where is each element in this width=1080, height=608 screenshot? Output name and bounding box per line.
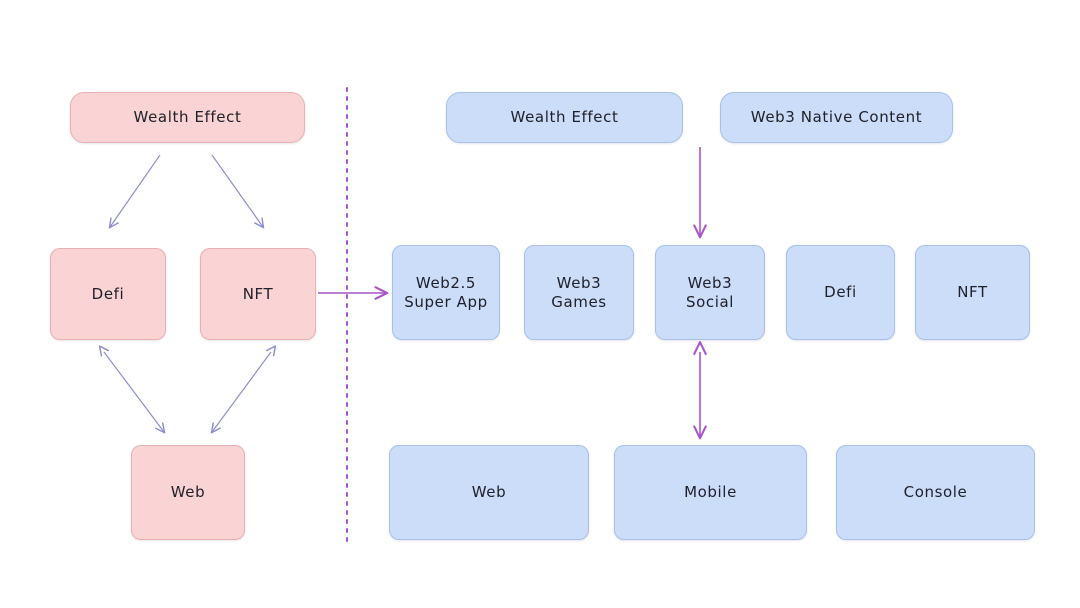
node-left-nft[interactable]: NFT: [200, 248, 316, 340]
node-right-mobile[interactable]: Mobile: [614, 445, 807, 540]
edge-nft-web: [210, 345, 277, 434]
node-label: Defi: [91, 284, 125, 303]
edge-wealth-to-nft: [211, 154, 265, 229]
node-label: Web3 Social: [685, 273, 735, 311]
node-right-nft[interactable]: NFT: [915, 245, 1030, 340]
node-label: Web3 Games: [551, 273, 607, 311]
node-label: Mobile: [684, 483, 737, 502]
node-label: Wealth Effect: [133, 108, 242, 127]
node-left-wealth-effect[interactable]: Wealth Effect: [70, 92, 305, 143]
node-right-web25-super-app[interactable]: Web2.5 Super App: [392, 245, 500, 340]
node-label: Web3 Native Content: [750, 108, 923, 127]
edge-wealth-to-defi: [108, 154, 161, 229]
diagram-canvas: Wealth Effect Defi NFT Web Wealth Effect…: [0, 0, 1080, 608]
node-label: Console: [903, 483, 968, 502]
node-left-web[interactable]: Web: [131, 445, 245, 540]
node-right-web3-social[interactable]: Web3 Social: [655, 245, 765, 340]
node-right-wealth-effect[interactable]: Wealth Effect: [446, 92, 683, 143]
node-left-defi[interactable]: Defi: [50, 248, 166, 340]
node-label: NFT: [957, 283, 988, 302]
node-right-web[interactable]: Web: [389, 445, 589, 540]
edge-defi-web: [98, 345, 166, 434]
node-label: Web: [170, 483, 206, 502]
node-label: NFT: [242, 284, 274, 303]
node-label: Wealth Effect: [510, 108, 619, 127]
node-right-web3-native-content[interactable]: Web3 Native Content: [720, 92, 953, 143]
node-right-console[interactable]: Console: [836, 445, 1035, 540]
node-right-web3-games[interactable]: Web3 Games: [524, 245, 634, 340]
node-label: Defi: [824, 283, 857, 302]
node-label: Web: [471, 483, 507, 502]
node-label: Web2.5 Super App: [404, 273, 488, 311]
node-right-defi[interactable]: Defi: [786, 245, 895, 340]
